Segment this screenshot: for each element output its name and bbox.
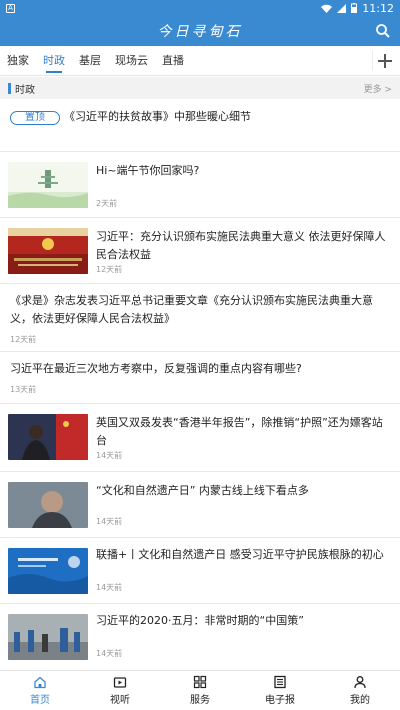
- news-thumbnail: [8, 548, 88, 594]
- news-time: 12天前: [10, 335, 37, 344]
- news-time: 12天前: [96, 265, 123, 274]
- section-header: 时政 更多 >: [0, 77, 400, 99]
- pinned-item[interactable]: 置顶 《习近平的扶贫故事》中那些暖心细节: [0, 99, 400, 152]
- list-item[interactable]: Hi~端午节你回家吗? 2天前: [0, 152, 400, 218]
- app-title: 今日寻甸石: [157, 24, 243, 40]
- home-icon: [34, 676, 46, 689]
- signal-icon: [337, 3, 347, 13]
- section-title: 时政: [15, 84, 35, 96]
- news-title: 习近平在最近三次地方考察中，反复强调的重点内容有哪些?: [10, 362, 302, 375]
- nav-services[interactable]: 服务: [160, 671, 240, 710]
- pinned-title: 《习近平的扶贫故事》中那些暖心细节: [64, 110, 251, 123]
- nav-label: 我的: [350, 695, 370, 706]
- status-bar: A 11:12: [0, 0, 400, 16]
- nav-profile[interactable]: 我的: [320, 671, 400, 710]
- list-item[interactable]: 习近平在最近三次地方考察中，反复强调的重点内容有哪些? 13天前: [0, 352, 400, 404]
- wifi-icon: [321, 4, 333, 13]
- nav-home[interactable]: 首页: [0, 671, 80, 710]
- more-link[interactable]: 更多 >: [364, 82, 392, 95]
- news-time: 13天前: [10, 385, 37, 394]
- pinned-badge: 置顶: [10, 111, 60, 125]
- grid-icon: [193, 675, 207, 689]
- news-time: 14天前: [96, 649, 123, 658]
- news-title: 英国又双叒发表“香港半年报告”，除推销“护照”还为嫖客站台: [96, 416, 383, 447]
- tab-live[interactable]: 直播: [155, 46, 191, 76]
- video-icon: [113, 677, 127, 688]
- search-icon[interactable]: [374, 22, 392, 40]
- add-channel-icon[interactable]: [372, 51, 392, 71]
- tab-exclusive[interactable]: 独家: [0, 46, 36, 76]
- nav-label: 电子报: [265, 695, 295, 706]
- nav-label: 视听: [110, 695, 130, 706]
- news-time: 14天前: [96, 517, 123, 526]
- news-time: 14天前: [96, 451, 123, 460]
- news-title: Hi~端午节你回家吗?: [96, 164, 200, 177]
- news-title: 习近平的2020·五月：非常时期的“中国策”: [96, 614, 304, 627]
- person-icon: [354, 676, 366, 689]
- newspaper-icon: [274, 675, 286, 689]
- nav-epaper[interactable]: 电子报: [240, 671, 320, 710]
- list-item[interactable]: 英国又双叒发表“香港半年报告”，除推销“护照”还为嫖客站台 14天前: [0, 404, 400, 472]
- news-title: 《求是》杂志发表习近平总书记重要文章《充分认识颁布实施民法典重大意义，依法更好保…: [10, 294, 373, 325]
- list-item[interactable]: “文化和自然遗产日” 内蒙古线上线下看点多 14天前: [0, 472, 400, 538]
- list-item[interactable]: 《求是》杂志发表习近平总书记重要文章《充分认识颁布实施民法典重大意义，依法更好保…: [0, 284, 400, 352]
- news-thumbnail: [8, 614, 88, 660]
- news-title: 习近平：充分认识颁布实施民法典重大意义 依法更好保障人民合法权益: [96, 230, 386, 261]
- news-thumbnail: [8, 162, 88, 208]
- news-thumbnail: [8, 414, 88, 460]
- channel-tabs: 独家 时政 基层 现场云 直播: [0, 46, 400, 76]
- tab-politics[interactable]: 时政: [36, 46, 72, 76]
- app-header: 今日寻甸石: [0, 16, 400, 46]
- battery-icon: [351, 3, 358, 13]
- nav-video[interactable]: 视听: [80, 671, 160, 710]
- news-title: “文化和自然遗产日” 内蒙古线上线下看点多: [96, 484, 309, 497]
- list-item[interactable]: 习近平的2020·五月：非常时期的“中国策” 14天前: [0, 604, 400, 670]
- news-time: 2天前: [96, 199, 118, 208]
- news-time: 14天前: [96, 583, 123, 592]
- app-notification-icon: A: [6, 3, 15, 13]
- nav-label: 服务: [190, 695, 210, 706]
- tab-grassroots[interactable]: 基层: [72, 46, 108, 76]
- tab-live-cloud[interactable]: 现场云: [108, 46, 155, 76]
- news-thumbnail: [8, 228, 88, 274]
- news-thumbnail: [8, 482, 88, 528]
- nav-label: 首页: [30, 695, 50, 706]
- status-time: 11:12: [362, 1, 394, 15]
- list-item[interactable]: 习近平：充分认识颁布实施民法典重大意义 依法更好保障人民合法权益 12天前: [0, 218, 400, 284]
- news-title: 联播+丨文化和自然遗产日 感受习近平守护民族根脉的初心: [96, 548, 384, 561]
- bottom-navigation: 首页 视听 服务 电子报 我的: [0, 670, 400, 710]
- section-marker: [8, 82, 11, 94]
- list-item[interactable]: 联播+丨文化和自然遗产日 感受习近平守护民族根脉的初心 14天前: [0, 538, 400, 604]
